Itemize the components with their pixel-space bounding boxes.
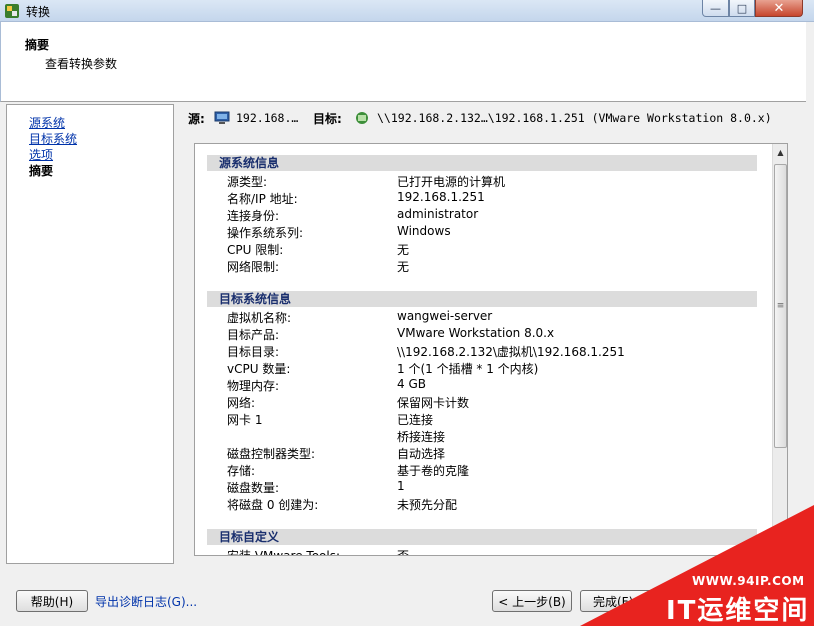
row-label: 安装 VMware Tools:: [227, 549, 341, 556]
wizard-nav: 源系统 目标系统 选项 摘要: [6, 104, 174, 564]
row-value: 否: [397, 549, 410, 556]
row-value: 1 个(1 个插槽 * 1 个内核): [397, 362, 539, 376]
row-value: \\192.168.2.132\虚拟机\192.168.1.251: [397, 345, 625, 359]
row-label: 存储:: [227, 464, 256, 478]
row-value: 桥接连接: [397, 430, 446, 444]
minimize-button[interactable]: —: [702, 0, 729, 17]
target-label: 目标:: [313, 112, 342, 126]
row-value: wangwei-server: [397, 309, 493, 323]
vm-target-icon: [356, 112, 368, 124]
vertical-scrollbar[interactable]: ▲ ≡: [772, 144, 787, 555]
row-value: 已打开电源的计算机: [397, 175, 506, 189]
row-value: 192.168.1.251: [397, 190, 485, 204]
row-label: 磁盘控制器类型:: [227, 447, 316, 461]
row-label: CPU 限制:: [227, 243, 284, 257]
page-title: 摘要: [25, 38, 50, 52]
nav-item-source-system[interactable]: 源系统: [29, 114, 65, 131]
row-label: 名称/IP 地址:: [227, 192, 298, 206]
nav-item-options[interactable]: 选项: [29, 146, 53, 163]
row-label: 网络限制:: [227, 260, 280, 274]
section-target-customization: 目标自定义: [207, 529, 757, 545]
target-value: \\192.168.2.132…\192.168.1.251 (VMware W…: [377, 111, 772, 125]
maximize-button[interactable]: □: [729, 0, 755, 17]
row-label: 物理内存:: [227, 379, 280, 393]
row-value: 无: [397, 243, 410, 257]
row-value: Windows: [397, 224, 451, 238]
back-button[interactable]: < 上一步(B): [492, 590, 572, 612]
row-value: 4 GB: [397, 377, 426, 391]
export-diagnostic-log-link[interactable]: 导出诊断日志(G)...: [95, 593, 197, 610]
row-label: 虚拟机名称:: [227, 311, 292, 325]
finish-button[interactable]: 完成(F): [580, 590, 660, 612]
source-value: 192.168.…: [236, 111, 299, 125]
row-value: 未预先分配: [397, 498, 458, 512]
row-label: 网络:: [227, 396, 256, 410]
row-value: 1: [397, 479, 405, 493]
row-label: vCPU 数量:: [227, 362, 291, 376]
row-label: 磁盘数量:: [227, 481, 280, 495]
row-label: 目标产品:: [227, 328, 280, 342]
help-button[interactable]: 帮助(H): [16, 590, 88, 612]
row-label: 目标目录:: [227, 345, 280, 359]
row-value: VMware Workstation 8.0.x: [397, 326, 555, 340]
row-value: 已连接: [397, 413, 434, 427]
row-value: 无: [397, 260, 410, 274]
source-label: 源:: [188, 112, 205, 126]
row-label: 源类型:: [227, 175, 268, 189]
page-header: 摘要 查看转换参数: [0, 22, 806, 102]
row-value: 自动选择: [397, 447, 446, 461]
scroll-thumb[interactable]: ≡: [774, 164, 787, 448]
row-value: 保留网卡计数: [397, 396, 470, 410]
nav-item-summary: 摘要: [29, 164, 54, 178]
page-subtitle: 查看转换参数: [45, 57, 118, 71]
row-label: 连接身份:: [227, 209, 280, 223]
row-label: 将磁盘 0 创建为:: [227, 498, 319, 512]
window-title: 转换: [26, 5, 51, 19]
row-value: 基于卷的克隆: [397, 464, 470, 478]
row-label: 网卡 1: [227, 413, 263, 427]
title-bar: 转换 — □ ✕: [0, 0, 814, 22]
watermark-site: WWW.94IP.COM: [692, 574, 805, 588]
nav-item-target-system[interactable]: 目标系统: [29, 130, 77, 147]
app-icon: [5, 4, 19, 18]
row-label: 操作系统系列:: [227, 226, 304, 240]
section-source-info: 源系统信息: [207, 155, 757, 171]
section-target-info: 目标系统信息: [207, 291, 757, 307]
computer-icon: [214, 111, 230, 124]
scroll-up-arrow-icon[interactable]: ▲: [773, 144, 787, 160]
row-value: administrator: [397, 207, 479, 221]
summary-details-panel[interactable]: 源系统信息 源类型: 已打开电源的计算机 名称/IP 地址: 192.168.1…: [194, 143, 788, 556]
watermark-brand: IT运维空间: [666, 596, 810, 626]
close-button[interactable]: ✕: [755, 0, 803, 17]
